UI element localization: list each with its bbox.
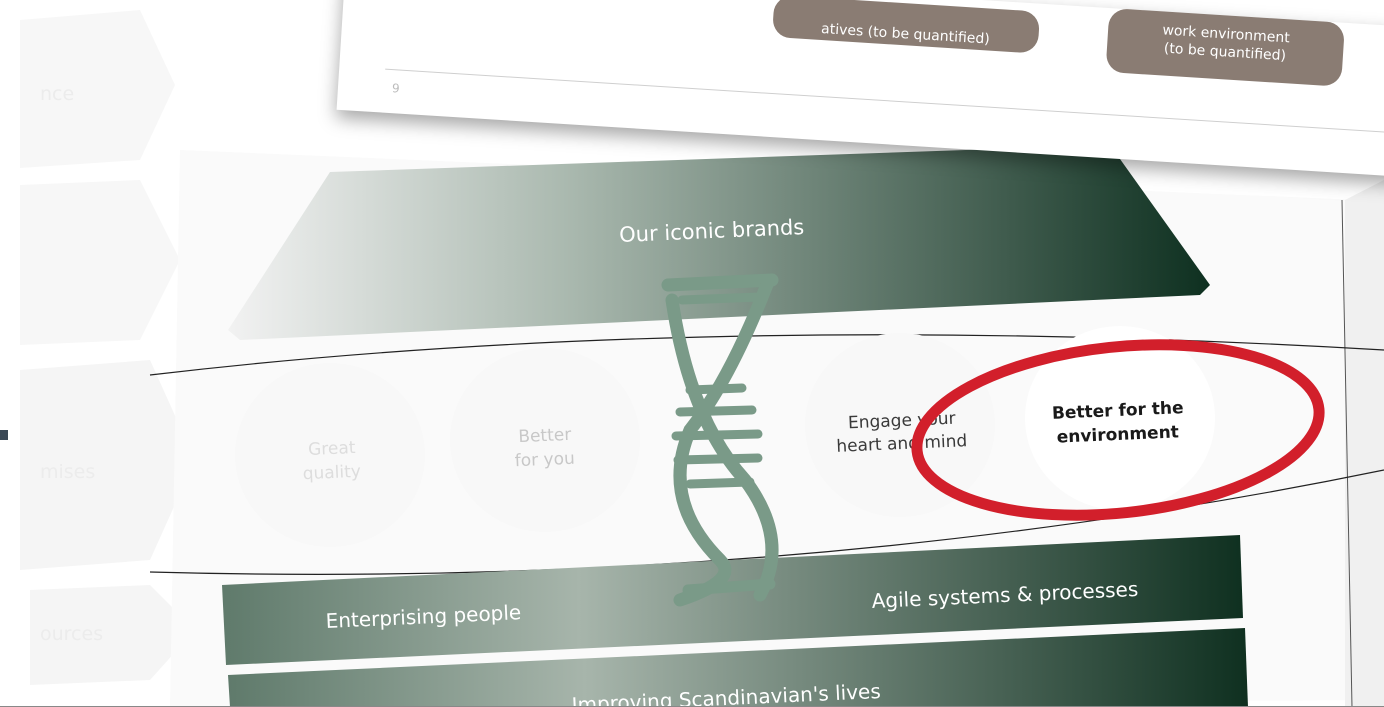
- promise-1-line1: Great: [308, 438, 356, 460]
- quantified-pill-right: work environment (to be quantified): [1105, 8, 1346, 87]
- pill-left-text: atives (to be quantified): [820, 20, 991, 48]
- promise-2-line2: for you: [514, 449, 575, 472]
- photo-of-slides: nce mises ources Our iconic brands Great…: [0, 0, 1384, 707]
- promise-2-line1: Better: [518, 425, 572, 447]
- promise-1-line2: quality: [302, 462, 361, 485]
- quantified-pill-left: atives (to be quantified): [772, 0, 1041, 54]
- page-number: 9: [391, 81, 401, 96]
